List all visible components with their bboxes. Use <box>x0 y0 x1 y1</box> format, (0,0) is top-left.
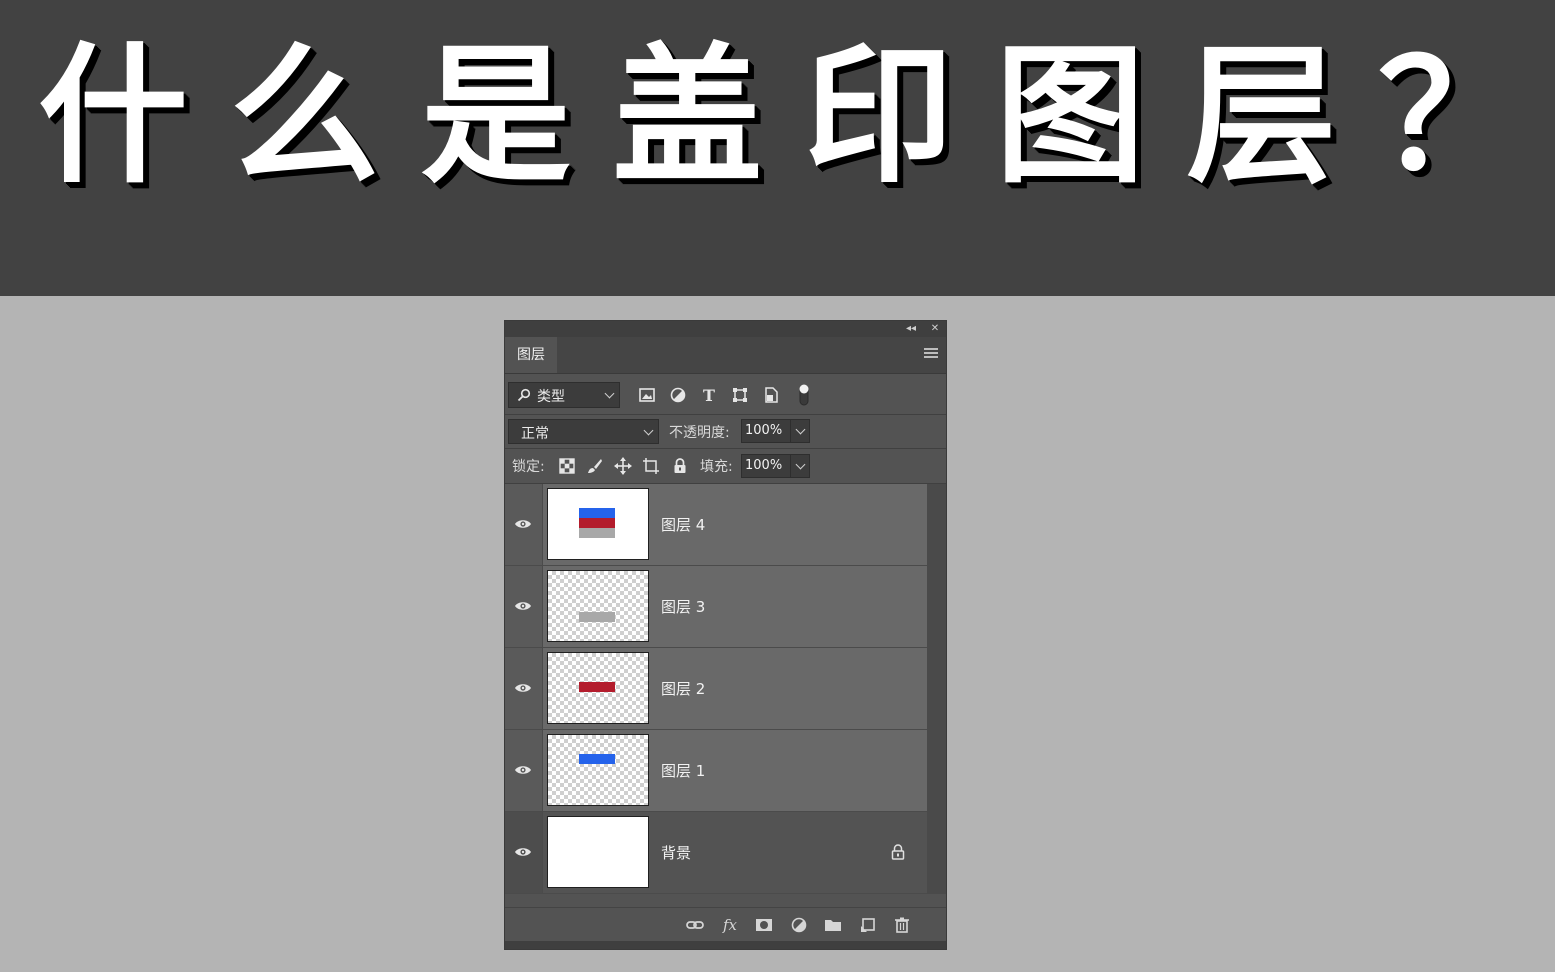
layer-list-scrollbar[interactable] <box>927 484 946 894</box>
image-filter-icon[interactable] <box>638 386 656 404</box>
close-button[interactable]: ✕ <box>928 321 942 337</box>
red-stripe <box>579 518 615 528</box>
page-title: 什 么 是 盖 印 图 层 ？ <box>38 22 1528 212</box>
smart-object-filter-icon[interactable] <box>762 386 780 404</box>
opacity-input[interactable]: 100% <box>741 419 791 443</box>
visibility-eye-icon[interactable] <box>514 845 532 859</box>
filter-kind-label: 类型 <box>537 389 565 405</box>
collapse-button[interactable]: ◂◂ <box>904 321 918 337</box>
shape-filter-icon[interactable] <box>731 386 749 404</box>
visibility-cell <box>505 730 543 811</box>
layer-name[interactable]: 图层 2 <box>661 678 705 699</box>
layer-row-1[interactable]: 图层 1 <box>505 730 927 812</box>
visibility-cell <box>505 648 543 729</box>
visibility-cell <box>505 484 543 565</box>
panel-resize-strip[interactable] <box>505 941 946 949</box>
layer-row-3[interactable]: 图层 3 <box>505 566 927 648</box>
layer-row-4[interactable]: 图层 4 <box>505 484 927 566</box>
title-char: ？ <box>1377 30 1528 204</box>
layer-thumbnail <box>547 816 649 888</box>
layer-thumbnail <box>547 488 649 560</box>
lock-artboard-icon[interactable] <box>642 457 660 475</box>
red-stripe <box>579 682 615 692</box>
layer-name[interactable]: 背景 <box>661 842 691 863</box>
opacity-dropdown-button[interactable] <box>790 419 810 443</box>
blue-stripe <box>579 508 615 518</box>
lock-label: 锁定: <box>512 459 545 475</box>
gray-stripe <box>579 528 615 538</box>
adjustment-icon[interactable] <box>789 916 809 934</box>
tab-layers[interactable]: 图层 <box>505 337 557 373</box>
layer-thumbnail <box>547 734 649 806</box>
layers-panel: ◂◂ ✕ 图层 类型 T 正常 不透明度: 100% 锁定: 填充: 100% … <box>504 320 947 950</box>
adjustment-filter-icon[interactable] <box>669 386 687 404</box>
blend-mode-select[interactable]: 正常 <box>508 419 659 444</box>
visibility-cell <box>505 566 543 647</box>
folder-icon[interactable] <box>823 916 843 934</box>
filter-row: 类型 T <box>505 374 946 415</box>
panel-menu-icon[interactable] <box>924 348 938 362</box>
layer-name[interactable]: 图层 4 <box>661 514 705 535</box>
lock-image-pixels-brush-icon[interactable] <box>586 457 604 475</box>
link-icon[interactable] <box>685 916 705 934</box>
visibility-eye-icon[interactable] <box>514 517 532 531</box>
title-char: 么 <box>229 30 380 204</box>
visibility-eye-icon[interactable] <box>514 763 532 777</box>
layer-row-2[interactable]: 图层 2 <box>505 648 927 730</box>
layer-thumbnail <box>547 652 649 724</box>
gray-stripe <box>579 612 615 622</box>
blue-stripe <box>579 754 615 764</box>
tab-bar: 图层 <box>505 337 946 374</box>
lock-position-move-icon[interactable] <box>614 457 632 475</box>
layer-thumbnail <box>547 570 649 642</box>
filter-toggle-switch[interactable] <box>797 382 811 408</box>
panel-footer: fx <box>505 907 946 942</box>
panel-title-bar: ◂◂ ✕ <box>505 321 946 337</box>
title-char: 是 <box>420 30 571 204</box>
new-layer-icon[interactable] <box>858 916 878 934</box>
lock-row: 锁定: 填充: 100% <box>505 449 946 484</box>
title-char: 图 <box>995 30 1146 204</box>
title-banner: 什 么 是 盖 印 图 层 ？ <box>0 0 1555 296</box>
title-char: 印 <box>803 30 954 204</box>
filter-kind-select[interactable]: 类型 <box>508 382 620 408</box>
visibility-cell <box>505 812 543 893</box>
fill-input[interactable]: 100% <box>741 454 791 478</box>
title-char: 盖 <box>612 30 763 204</box>
visibility-eye-icon[interactable] <box>514 599 532 613</box>
search-icon <box>517 388 531 402</box>
layer-list: 图层 4 图层 3 图层 2 图层 1 背景 <box>505 484 927 894</box>
type-filter-icon[interactable]: T <box>700 386 718 404</box>
visibility-eye-icon[interactable] <box>514 681 532 695</box>
trash-icon[interactable] <box>892 916 912 934</box>
fill-label: 填充: <box>700 459 733 475</box>
blend-row: 正常 不透明度: 100% <box>505 415 946 449</box>
fill-dropdown-button[interactable] <box>790 454 810 478</box>
layer-name[interactable]: 图层 3 <box>661 596 705 617</box>
title-char: 什 <box>38 30 189 204</box>
layer-lock-icon <box>891 844 905 860</box>
opacity-label: 不透明度: <box>669 425 730 441</box>
mask-icon[interactable] <box>754 916 774 934</box>
fx-icon[interactable]: fx <box>720 916 740 934</box>
lock-transparent-pixels-icon[interactable] <box>558 457 576 475</box>
blend-mode-value: 正常 <box>521 426 549 442</box>
layer-row-background[interactable]: 背景 <box>505 812 927 894</box>
lock-all-icon[interactable] <box>671 457 689 475</box>
svg-text:T: T <box>703 386 715 404</box>
layer-name[interactable]: 图层 1 <box>661 760 705 781</box>
title-char: 层 <box>1186 30 1337 204</box>
